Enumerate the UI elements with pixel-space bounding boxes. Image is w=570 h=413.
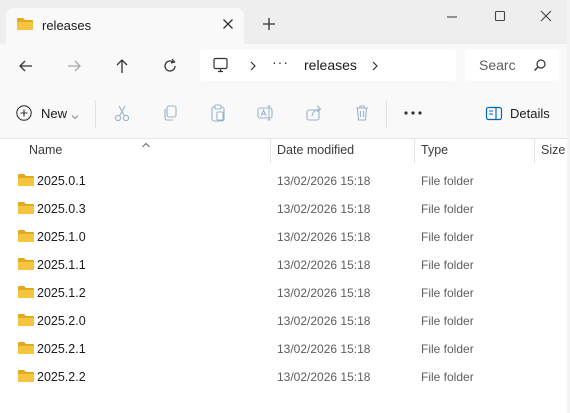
column-headers: Name Date modified Type Size: [0, 139, 570, 163]
back-arrow-icon[interactable]: [15, 55, 37, 77]
file-type: File folder: [421, 370, 474, 384]
file-name: 2025.0.3: [37, 202, 86, 216]
search-icon: [533, 58, 547, 77]
file-name: 2025.2.1: [37, 342, 86, 356]
file-type: File folder: [421, 286, 474, 300]
file-name: 2025.0.1: [37, 174, 86, 188]
column-divider[interactable]: [414, 139, 415, 163]
date-modified: 13/02/2026 15:18: [277, 342, 371, 356]
table-row[interactable]: 2025.1.0 13/02/2026 15:18 File folder: [0, 223, 570, 251]
file-name: 2025.1.2: [37, 286, 86, 300]
cut-icon[interactable]: [112, 103, 132, 123]
share-icon[interactable]: [304, 103, 324, 123]
table-row[interactable]: 2025.0.1 13/02/2026 15:18 File folder: [0, 167, 570, 195]
copy-icon[interactable]: [160, 103, 180, 123]
chevron-right-icon[interactable]: [370, 59, 380, 77]
close-tab-icon[interactable]: [220, 16, 236, 32]
new-button-label: New: [41, 106, 68, 121]
date-modified: 13/02/2026 15:18: [277, 230, 371, 244]
chevron-down-icon: [71, 108, 79, 126]
table-row[interactable]: 2025.2.1 13/02/2026 15:18 File folder: [0, 335, 570, 363]
more-icon[interactable]: [402, 103, 424, 123]
folder-icon: [17, 313, 35, 332]
column-header-type[interactable]: Type: [421, 143, 448, 157]
new-button[interactable]: New: [14, 102, 84, 126]
file-type: File folder: [421, 202, 474, 216]
minimize-icon[interactable]: [443, 8, 461, 26]
date-modified: 13/02/2026 15:18: [277, 174, 371, 188]
date-modified: 13/02/2026 15:18: [277, 314, 371, 328]
file-name: 2025.2.2: [37, 370, 86, 384]
new-tab-icon[interactable]: [261, 16, 277, 32]
folder-icon: [17, 285, 35, 304]
details-button-label: Details: [510, 106, 550, 121]
folder-icon: [17, 257, 35, 276]
folder-icon: [17, 229, 35, 248]
folder-icon: [16, 17, 34, 36]
file-type: File folder: [421, 230, 474, 244]
breadcrumb-overflow[interactable]: ···: [272, 54, 289, 70]
date-modified: 13/02/2026 15:18: [277, 258, 371, 272]
column-header-size[interactable]: Size: [541, 143, 565, 157]
column-header-name[interactable]: Name: [29, 143, 62, 157]
folder-icon: [17, 201, 35, 220]
file-name: 2025.2.0: [37, 314, 86, 328]
file-type: File folder: [421, 174, 474, 188]
this-pc-icon[interactable]: [212, 57, 230, 78]
tab-title: releases: [42, 18, 92, 33]
forward-arrow-icon[interactable]: [63, 55, 85, 77]
folder-icon: [17, 173, 35, 192]
date-modified: 13/02/2026 15:18: [277, 202, 371, 216]
file-list: 2025.0.1 13/02/2026 15:18 File folder 2025.…: [0, 167, 570, 391]
address-bar[interactable]: ··· releases: [200, 49, 456, 81]
details-pane-icon: [485, 106, 503, 127]
file-type: File folder: [421, 258, 474, 272]
command-bar: New Details: [0, 88, 570, 139]
table-row[interactable]: 2025.2.0 13/02/2026 15:18 File folder: [0, 307, 570, 335]
column-divider[interactable]: [270, 139, 271, 163]
breadcrumb-releases[interactable]: releases: [304, 57, 357, 73]
date-modified: 13/02/2026 15:18: [277, 286, 371, 300]
column-divider[interactable]: [534, 139, 535, 163]
details-button[interactable]: Details: [484, 102, 564, 126]
table-row[interactable]: 2025.1.2 13/02/2026 15:18 File folder: [0, 279, 570, 307]
maximize-icon[interactable]: [491, 8, 509, 26]
table-row[interactable]: 2025.1.1 13/02/2026 15:18 File folder: [0, 251, 570, 279]
delete-icon[interactable]: [352, 103, 372, 123]
navigation-bar: ··· releases Searc: [0, 44, 570, 88]
column-header-date-modified[interactable]: Date modified: [277, 143, 354, 157]
chevron-right-icon[interactable]: [248, 59, 258, 77]
toolbar-divider: [386, 100, 387, 128]
file-type: File folder: [421, 314, 474, 328]
file-name: 2025.1.1: [37, 258, 86, 272]
rename-icon[interactable]: [256, 103, 276, 123]
file-name: 2025.1.0: [37, 230, 86, 244]
close-window-icon[interactable]: [537, 8, 555, 26]
plus-circle-icon: [15, 104, 33, 127]
date-modified: 13/02/2026 15:18: [277, 370, 371, 384]
toolbar-divider: [95, 100, 96, 128]
up-arrow-icon[interactable]: [111, 55, 133, 77]
table-row[interactable]: 2025.0.3 13/02/2026 15:18 File folder: [0, 195, 570, 223]
tab-releases[interactable]: releases: [6, 8, 244, 44]
file-type: File folder: [421, 342, 474, 356]
table-row[interactable]: 2025.2.2 13/02/2026 15:18 File folder: [0, 363, 570, 391]
search-input[interactable]: Searc: [479, 57, 516, 73]
search-box[interactable]: Searc: [465, 49, 559, 81]
refresh-icon[interactable]: [159, 55, 181, 77]
folder-icon: [17, 369, 35, 388]
sort-ascending-icon: [141, 136, 151, 154]
paste-icon[interactable]: [208, 103, 228, 123]
title-bar: releases: [0, 0, 570, 44]
folder-icon: [17, 341, 35, 360]
